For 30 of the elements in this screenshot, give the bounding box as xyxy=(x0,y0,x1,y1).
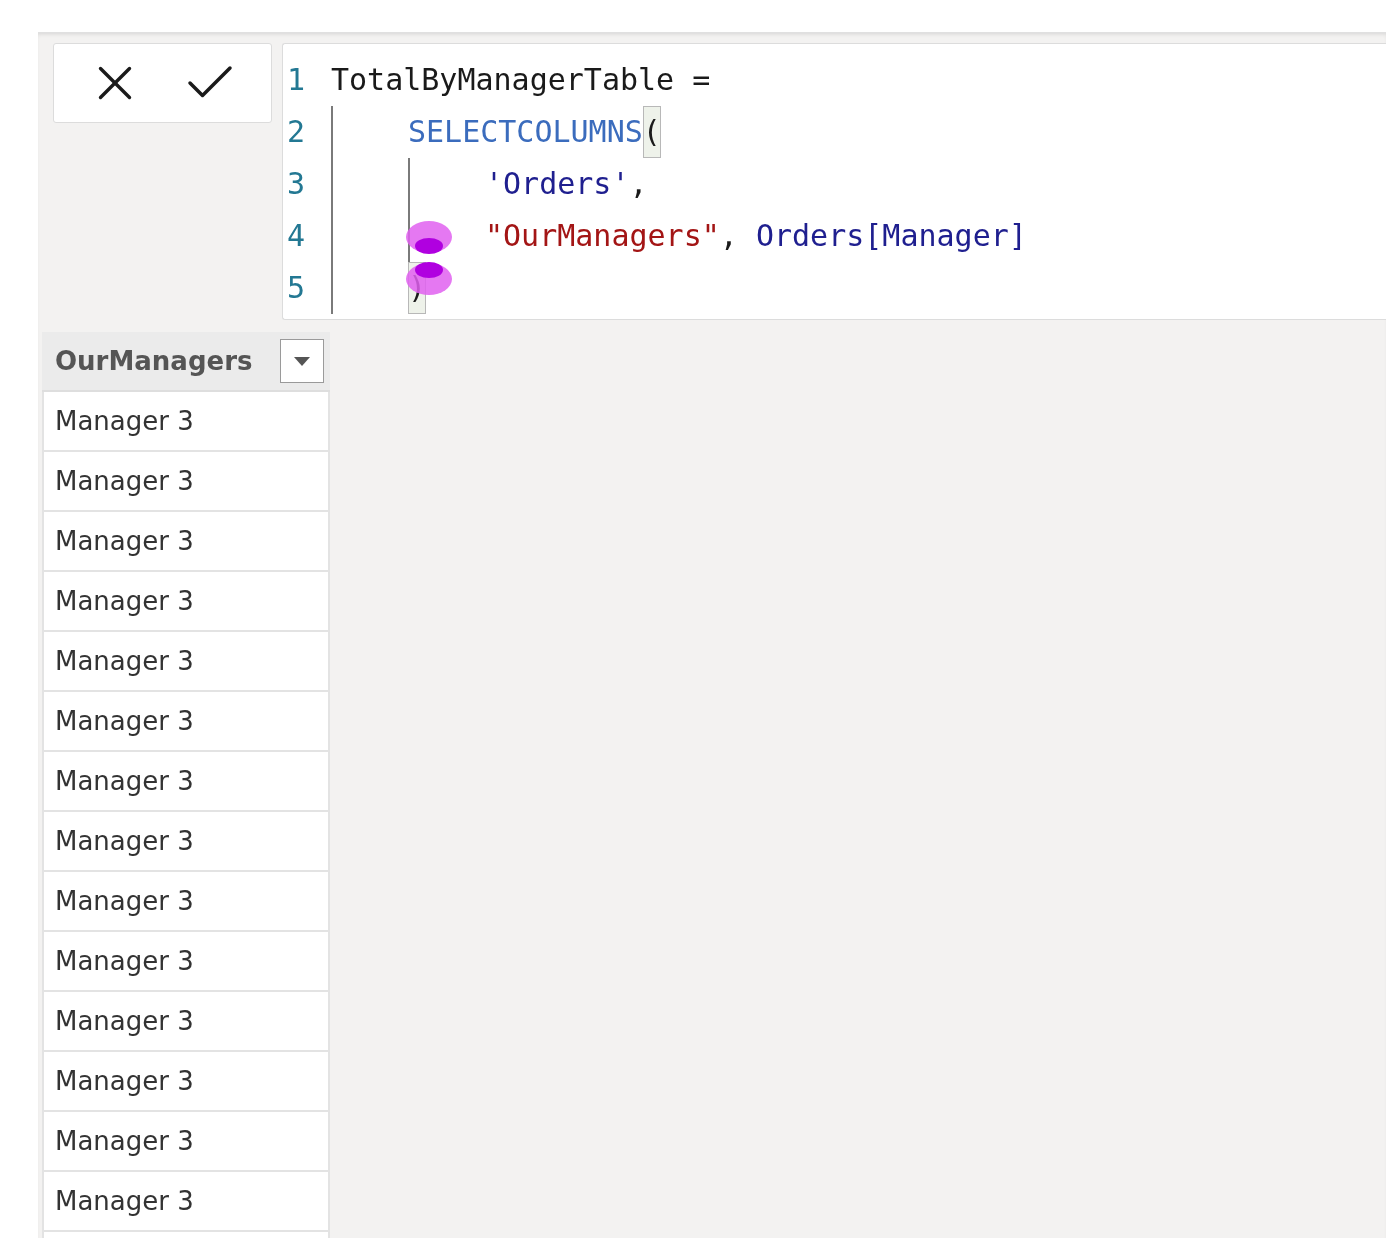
filter-dropdown-button[interactable] xyxy=(280,339,324,383)
code-token: SELECTCOLUMNS xyxy=(408,113,643,151)
table-cell: Manager 3 xyxy=(42,632,330,692)
table-cell: Manager 3 xyxy=(42,1112,330,1172)
table-cell: Manager 3 xyxy=(42,932,330,992)
table-cell: Manager 3 xyxy=(42,452,330,512)
line-number: 3 xyxy=(286,165,307,203)
code-token: Orders[Manager] xyxy=(755,217,1027,255)
line-number: 2 xyxy=(286,113,307,151)
column-title: OurManagers xyxy=(55,346,253,376)
table-cell: Manager 3 xyxy=(42,992,330,1052)
caret-icon xyxy=(294,356,310,366)
line-number: 4 xyxy=(286,217,307,255)
code-token: 'Orders' xyxy=(485,165,630,203)
table-cell: Manager 3 xyxy=(42,1052,330,1112)
code-token: "OurManagers" xyxy=(485,217,720,255)
line-number: 5 xyxy=(286,269,307,307)
table-cell: Manager 3 xyxy=(42,392,330,452)
table-cell: Manager 3 xyxy=(42,512,330,572)
code-token: , xyxy=(719,217,739,255)
table-cell: Manager 3 xyxy=(42,872,330,932)
line-number: 1 xyxy=(286,61,307,99)
table-cell: Manager 3 xyxy=(42,572,330,632)
table-cell: Manager 3 xyxy=(42,1172,330,1232)
code-token: , xyxy=(629,165,648,203)
table-cell: Manager 3 xyxy=(42,752,330,812)
table-cell: Manager 3 xyxy=(42,692,330,752)
bracket-token: ( xyxy=(642,106,661,158)
table-cell: Manager 3 xyxy=(42,812,330,872)
code-token: TotalByManagerTable = xyxy=(331,61,711,99)
